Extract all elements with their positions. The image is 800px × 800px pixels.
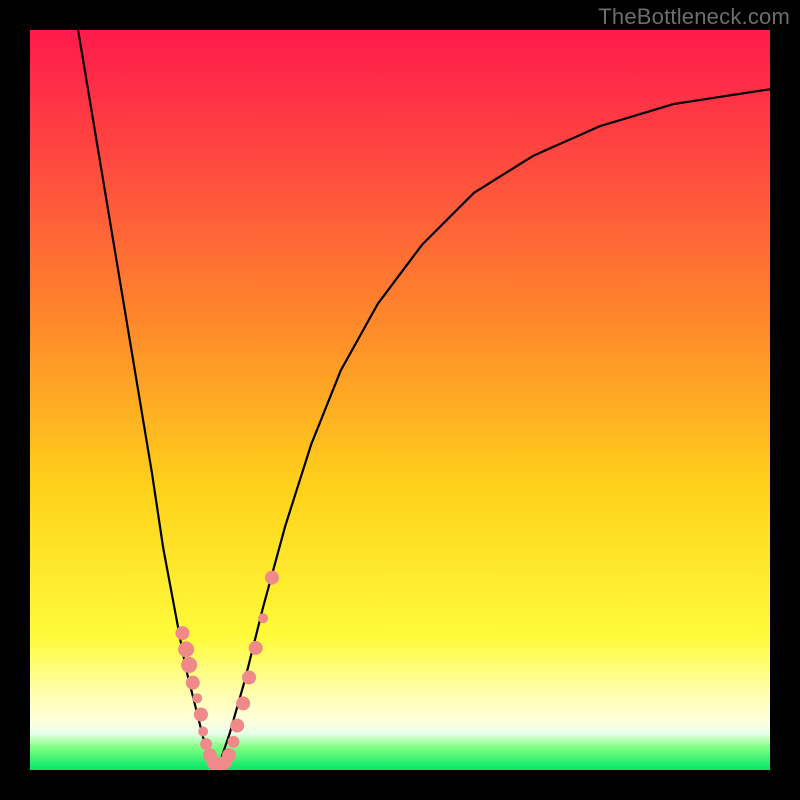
chart-frame: TheBottleneck.com xyxy=(0,0,800,800)
plot-gradient-background xyxy=(30,30,770,770)
watermark-text: TheBottleneck.com xyxy=(598,4,790,30)
